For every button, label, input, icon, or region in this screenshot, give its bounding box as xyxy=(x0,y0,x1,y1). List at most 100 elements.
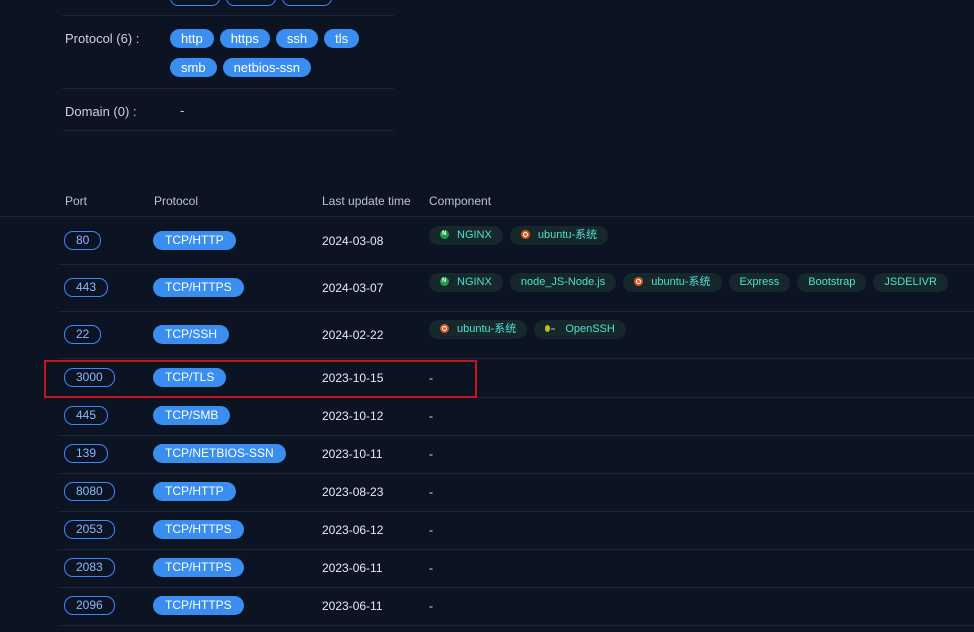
partial-tag xyxy=(170,0,220,6)
port-badge[interactable]: 80 xyxy=(64,231,102,250)
protocol-badge[interactable]: TCP/HTTPS xyxy=(153,520,244,539)
last-update-cell: 2023-08-23 xyxy=(322,485,384,499)
protocol-cell: TCP/HTTP xyxy=(153,231,236,250)
table-row: 443 TCP/HTTPS 2024-03-07 NGINX node_JS-Node.… xyxy=(58,264,974,312)
component-tag[interactable]: ubuntu-系统 xyxy=(429,320,528,339)
last-update-cell: 2024-03-07 xyxy=(322,281,384,295)
protocol-cell: TCP/SSH xyxy=(153,325,230,344)
protocol-tag[interactable]: tls xyxy=(324,29,360,48)
protocol-badge[interactable]: TCP/SMB xyxy=(153,406,231,425)
header-component: Component xyxy=(429,194,492,208)
port-badge[interactable]: 8080 xyxy=(64,482,115,501)
divider xyxy=(62,15,394,16)
component-tag[interactable]: Express xyxy=(728,273,791,292)
component-cell: NGINX node_JS-Node.js ubuntu-系统 Express Boot… xyxy=(429,272,955,292)
ubuntu-icon xyxy=(634,277,644,286)
port-badge[interactable]: 2096 xyxy=(64,596,115,615)
protocol-badge[interactable]: TCP/SSH xyxy=(153,325,230,344)
component-tag[interactable]: ubuntu-系统 xyxy=(623,273,722,292)
last-update-cell: 2023-06-11 xyxy=(322,599,383,613)
openssh-icon xyxy=(545,324,557,333)
header-last-update: Last update time xyxy=(322,194,411,208)
component-label: NGINX xyxy=(457,276,492,288)
protocol-label: Protocol (6) : xyxy=(65,31,140,46)
header-protocol: Protocol xyxy=(154,194,199,208)
component-label: ubuntu-系统 xyxy=(651,276,711,288)
port-badge[interactable]: 445 xyxy=(64,406,109,425)
protocol-cell: TCP/SMB xyxy=(153,406,231,425)
protocol-tags-row-1: http https ssh tls xyxy=(170,29,365,48)
partial-tag xyxy=(226,0,276,6)
component-cell: NGINX ubuntu-系统 xyxy=(429,225,615,245)
protocol-cell: TCP/NETBIOS-SSN xyxy=(153,444,286,463)
protocol-badge[interactable]: TCP/HTTPS xyxy=(153,596,244,615)
component-label: NGINX xyxy=(457,229,492,241)
protocol-tag[interactable]: ssh xyxy=(275,29,319,48)
protocol-tag[interactable]: smb xyxy=(170,58,217,77)
nginx-icon xyxy=(440,225,449,244)
port-badge[interactable]: 2053 xyxy=(64,520,115,539)
component-tag[interactable]: Bootstrap xyxy=(797,273,867,292)
component-label: node_JS-Node.js xyxy=(520,276,606,288)
protocol-badge[interactable]: TCP/HTTP xyxy=(153,482,236,501)
protocol-cell: TCP/HTTP xyxy=(153,482,236,501)
protocol-tag[interactable]: netbios-ssn xyxy=(222,58,312,77)
port-badge[interactable]: 22 xyxy=(64,325,102,344)
domain-value: - xyxy=(180,103,185,118)
component-cell: ubuntu-系统 OpenSSH xyxy=(429,320,633,339)
header-port: Port xyxy=(65,194,88,208)
port-cell: 445 xyxy=(64,406,109,425)
port-cell: 8080 xyxy=(64,482,115,501)
port-cell: 443 xyxy=(64,278,109,297)
last-update-cell: 2023-06-12 xyxy=(322,523,384,537)
protocol-cell: TCP/HTTPS xyxy=(153,278,244,297)
port-badge[interactable]: 2083 xyxy=(64,558,115,577)
ubuntu-icon xyxy=(440,324,449,333)
component-tag[interactable]: NGINX xyxy=(429,225,503,245)
table-row: 2053 TCP/HTTPS 2023-06-12 - xyxy=(58,511,974,550)
protocol-tag[interactable]: http xyxy=(170,29,214,48)
component-empty: - xyxy=(429,561,433,575)
table-row: 22 TCP/SSH 2024-02-22 ubuntu-系统 OpenSSH xyxy=(58,311,974,359)
table-row: 445 TCP/SMB 2023-10-12 - xyxy=(58,397,974,436)
port-cell: 2096 xyxy=(64,596,115,615)
protocol-badge[interactable]: TCP/HTTPS xyxy=(153,278,244,297)
protocol-tags-row-2: smb netbios-ssn xyxy=(170,58,317,77)
port-badge[interactable]: 443 xyxy=(64,278,109,297)
component-label: JSDELIVR xyxy=(884,276,937,288)
domain-label: Domain (0) : xyxy=(65,104,137,119)
nginx-icon xyxy=(440,272,449,291)
component-tag[interactable]: OpenSSH xyxy=(534,320,626,339)
protocol-badge[interactable]: TCP/HTTPS xyxy=(153,558,244,577)
component-tag[interactable]: node_JS-Node.js xyxy=(509,273,617,292)
last-update-cell: 2023-10-11 xyxy=(322,447,383,461)
component-label: Express xyxy=(739,276,780,288)
protocol-cell: TCP/HTTPS xyxy=(153,596,244,615)
protocol-cell: TCP/HTTPS xyxy=(153,558,244,577)
table-row: 2096 TCP/HTTPS 2023-06-11 - xyxy=(58,587,974,626)
port-badge[interactable]: 139 xyxy=(64,444,109,463)
port-cell: 80 xyxy=(64,231,102,250)
component-label: Bootstrap xyxy=(808,276,856,288)
partial-tag-row xyxy=(170,0,338,11)
port-cell: 2053 xyxy=(64,520,115,539)
last-update-cell: 2024-03-08 xyxy=(322,234,384,248)
protocol-badge[interactable]: TCP/HTTP xyxy=(153,231,236,250)
protocol-tag[interactable]: https xyxy=(219,29,270,48)
component-empty: - xyxy=(429,409,433,423)
component-tag[interactable]: NGINX xyxy=(429,272,503,292)
protocol-badge[interactable]: TCP/NETBIOS-SSN xyxy=(153,444,286,463)
last-update-cell: 2023-10-12 xyxy=(322,409,384,423)
component-label: ubuntu-系统 xyxy=(457,323,517,335)
component-empty: - xyxy=(429,485,433,499)
port-cell: 2083 xyxy=(64,558,115,577)
component-empty: - xyxy=(429,523,433,537)
divider xyxy=(62,130,394,131)
component-tag[interactable]: JSDELIVR xyxy=(873,273,948,292)
last-update-cell: 2023-06-11 xyxy=(322,561,383,575)
component-label: OpenSSH xyxy=(565,323,615,335)
port-cell: 139 xyxy=(64,444,109,463)
protocol-cell: TCP/HTTPS xyxy=(153,520,244,539)
last-update-cell: 2024-02-22 xyxy=(322,328,384,342)
component-tag[interactable]: ubuntu-系统 xyxy=(509,226,609,245)
